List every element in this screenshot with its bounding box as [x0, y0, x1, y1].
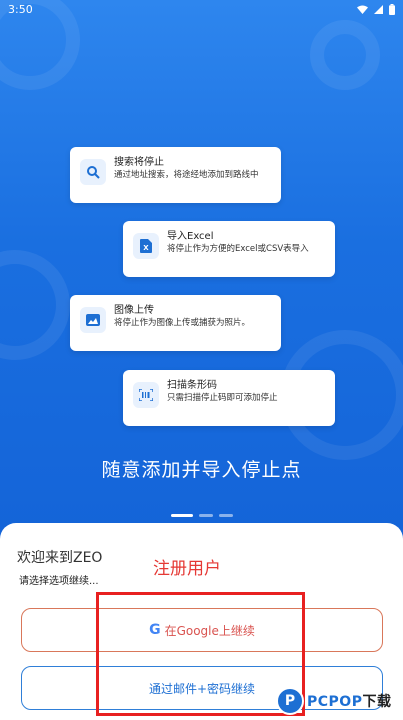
feature-desc: 通过地址搜索，将途经地添加到路线中 [114, 170, 259, 180]
search-icon [80, 159, 106, 185]
onboarding-tagline: 随意添加并导入停止点 [101, 459, 302, 481]
watermark-brand: PCPOP [307, 694, 363, 710]
carousel-indicator[interactable] [0, 514, 403, 517]
feature-title: 搜索将停止 [114, 157, 164, 168]
wifi-icon [357, 5, 368, 14]
feature-title: 扫描条形码 [167, 380, 217, 391]
signal-icon [374, 4, 383, 14]
feature-title: 图像上传 [114, 305, 154, 316]
status-icons [357, 3, 395, 15]
decor-ring [0, 250, 70, 360]
carousel-dot-active[interactable] [170, 514, 193, 517]
status-bar: 3:50 [0, 0, 403, 18]
feature-desc: 将停止作为图像上传或捕获为照片。 [114, 318, 251, 328]
feature-card-excel: X 导入Excel 将停止作为方便的Excel或CSV表导入 [123, 221, 335, 277]
excel-icon: X [133, 233, 159, 259]
google-icon: G [149, 622, 161, 638]
feature-desc: 将停止作为方便的Excel或CSV表导入 [167, 244, 309, 254]
annotation-label: 注册用户 [153, 559, 221, 579]
feature-card-image: 图像上传 将停止作为图像上传或捕获为照片。 [70, 295, 281, 351]
svg-text:X: X [143, 244, 149, 252]
feature-card-search: 搜索将停止 通过地址搜索，将途经地添加到路线中 [70, 147, 281, 203]
welcome-subtitle: 请选择选项继续... [19, 576, 99, 587]
carousel-dot[interactable] [218, 514, 233, 517]
carousel-dot[interactable] [198, 514, 213, 517]
battery-icon [389, 3, 395, 15]
image-icon [80, 307, 106, 333]
feature-card-barcode: 扫描条形码 只需扫描停止码即可添加停止 [123, 370, 335, 426]
email-signin-label: 通过邮件+密码继续 [148, 681, 256, 696]
barcode-icon [133, 382, 159, 408]
status-time: 3:50 [8, 2, 33, 16]
welcome-heading: 欢迎来到ZEO [17, 550, 103, 566]
decor-ring [310, 20, 380, 90]
feature-title: 导入Excel [167, 231, 214, 242]
watermark-text: PCPOP下载 [307, 691, 391, 711]
onboarding-hero: 3:50 搜索将停止 通过地址搜索，将途经地添加到路线中 X 导入Excel 将… [0, 0, 403, 540]
google-signin-label: 在Google上继续 [164, 623, 255, 638]
watermark: P PCPOP下载 [276, 682, 403, 720]
watermark-logo: P [276, 687, 304, 715]
google-signin-button[interactable]: G 在Google上继续 [21, 608, 383, 652]
feature-desc: 只需扫描停止码即可添加停止 [167, 393, 278, 403]
watermark-suffix: 下载 [362, 694, 392, 710]
